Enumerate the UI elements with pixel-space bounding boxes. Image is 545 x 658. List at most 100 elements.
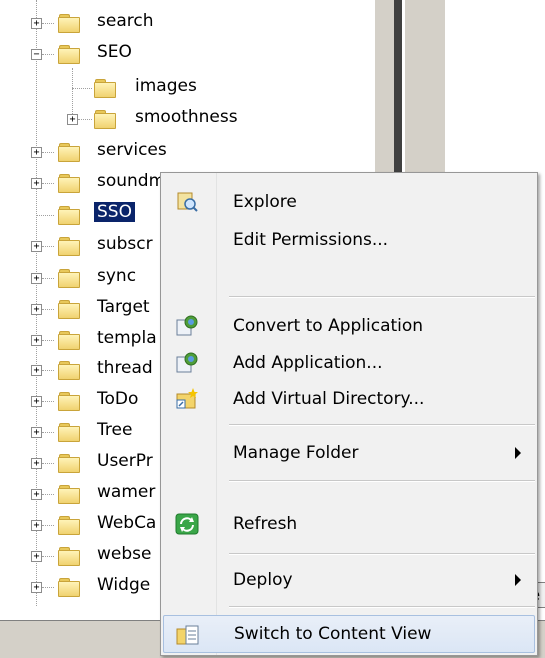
tree-item-label: Widge — [97, 575, 151, 595]
refresh-icon — [175, 513, 199, 535]
tree-item-sync[interactable]: + sync — [0, 265, 160, 291]
tree-item-webca[interactable]: + WebCa — [0, 512, 160, 538]
tree-guide-line — [72, 88, 92, 89]
folder-icon — [58, 485, 80, 504]
menu-item-add-virtual-directory[interactable]: Add Virtual Directory... — [163, 380, 535, 418]
tree-item-templa[interactable]: + templa — [0, 327, 160, 353]
tree-item-services[interactable]: + services — [0, 139, 375, 165]
tree-guide-line — [42, 23, 54, 24]
folder-icon — [58, 174, 80, 193]
expand-icon[interactable]: + — [31, 241, 42, 252]
expand-icon[interactable]: + — [31, 520, 42, 531]
folder-icon — [94, 110, 116, 129]
tree-item-smoothness[interactable]: + smoothness — [0, 106, 375, 132]
tree-item-todo[interactable]: + ToDo — [0, 388, 160, 414]
menu-item-edit-permissions[interactable]: Edit Permissions... — [163, 221, 535, 259]
expand-icon[interactable]: + — [31, 582, 42, 593]
tree-guide-line — [42, 525, 54, 526]
expand-icon[interactable]: + — [31, 365, 42, 376]
folder-icon — [58, 300, 80, 319]
folder-icon — [58, 423, 80, 442]
explore-icon — [177, 192, 198, 212]
folder-icon — [58, 547, 80, 566]
folder-icon — [58, 516, 80, 535]
expand-icon[interactable]: + — [31, 304, 42, 315]
tree-item-label: UserPr — [97, 451, 153, 471]
expand-icon[interactable]: + — [31, 458, 42, 469]
tree-item-userpr[interactable]: + UserPr — [0, 450, 160, 476]
tree-item-label: search — [97, 11, 154, 31]
expand-icon[interactable]: + — [31, 18, 42, 29]
folder-icon — [58, 361, 80, 380]
content-view-icon — [176, 625, 199, 645]
tree-item-seo[interactable]: − SEO — [0, 41, 375, 67]
menu-item-label: Explore — [233, 192, 297, 212]
menu-separator — [229, 424, 535, 426]
folder-icon — [58, 331, 80, 350]
tree-item-label: images — [135, 76, 197, 96]
tree-guide-line — [42, 401, 54, 402]
tree-guide-line — [42, 183, 54, 184]
tree-item-search[interactable]: + search — [0, 10, 375, 36]
tree-item-label: SSO — [94, 202, 135, 222]
tree-item-target[interactable]: + Target — [0, 296, 160, 322]
folder-icon — [58, 206, 80, 225]
folder-icon — [58, 143, 80, 162]
expand-icon[interactable]: + — [31, 147, 42, 158]
expand-icon[interactable]: + — [67, 114, 78, 125]
tree-guide-line — [42, 463, 54, 464]
menu-item-deploy[interactable]: Deploy — [163, 561, 535, 599]
tree-item-webse[interactable]: + webse — [0, 543, 160, 569]
expand-icon[interactable]: + — [31, 335, 42, 346]
folder-icon — [58, 237, 80, 256]
menu-item-label: Deploy — [233, 570, 293, 590]
menu-item-refresh[interactable]: Refresh — [163, 505, 535, 543]
tree-guide-line — [42, 54, 54, 55]
tree-guide-line — [42, 309, 54, 310]
menu-item-explore[interactable]: Explore — [163, 183, 535, 221]
menu-separator — [229, 553, 535, 555]
menu-item-label: Add Virtual Directory... — [233, 389, 425, 409]
tree-item-label: ToDo — [97, 389, 139, 409]
tree-guide-line — [42, 556, 54, 557]
menu-item-add-application[interactable]: Add Application... — [163, 344, 535, 382]
expand-icon[interactable]: + — [31, 178, 42, 189]
tree-guide-line — [36, 215, 54, 216]
add-app-icon — [176, 352, 198, 373]
tree-item-label: thread — [97, 358, 153, 378]
menu-item-label: Refresh — [233, 514, 298, 534]
expand-icon[interactable]: + — [31, 551, 42, 562]
tree-guide-line — [42, 432, 54, 433]
menu-separator — [229, 606, 535, 608]
menu-item-manage-folder[interactable]: Manage Folder — [163, 434, 535, 472]
tree-item-images[interactable]: images — [0, 75, 375, 101]
tree-guide-line — [42, 370, 54, 371]
expand-icon[interactable]: + — [31, 396, 42, 407]
context-menu: Explore Edit Permissions... Convert to A… — [160, 172, 538, 656]
tree-item-widge[interactable]: + Widge — [0, 574, 160, 600]
tree-item-thread[interactable]: + thread — [0, 357, 160, 383]
tree-item-label: services — [97, 140, 167, 160]
menu-item-switch-to-content-view[interactable]: Switch to Content View — [163, 615, 535, 653]
tree-item-wamer[interactable]: + wamer — [0, 481, 160, 507]
folder-icon — [58, 269, 80, 288]
menu-item-convert-to-application[interactable]: Convert to Application — [163, 307, 535, 345]
menu-item-label: Convert to Application — [233, 316, 424, 336]
collapse-icon[interactable]: − — [31, 49, 42, 60]
folder-open-icon — [58, 45, 80, 64]
expand-icon[interactable]: + — [31, 427, 42, 438]
add-vdir-icon — [176, 388, 198, 409]
menu-separator — [229, 296, 535, 298]
expand-icon[interactable]: + — [31, 273, 42, 284]
tree-item-label: sync — [97, 266, 137, 286]
tree-guide-line — [42, 494, 54, 495]
menu-item-label: Edit Permissions... — [233, 230, 389, 250]
folder-icon — [58, 14, 80, 33]
tree-item-label: smoothness — [135, 107, 238, 127]
tree-item-label: templa — [97, 328, 157, 348]
tree-item-subscr[interactable]: + subscr — [0, 233, 160, 259]
tree-item-tree[interactable]: + Tree — [0, 419, 160, 445]
expand-icon[interactable]: + — [31, 489, 42, 500]
tree-item-label: SEO — [97, 42, 132, 62]
tree-guide-line — [42, 246, 54, 247]
